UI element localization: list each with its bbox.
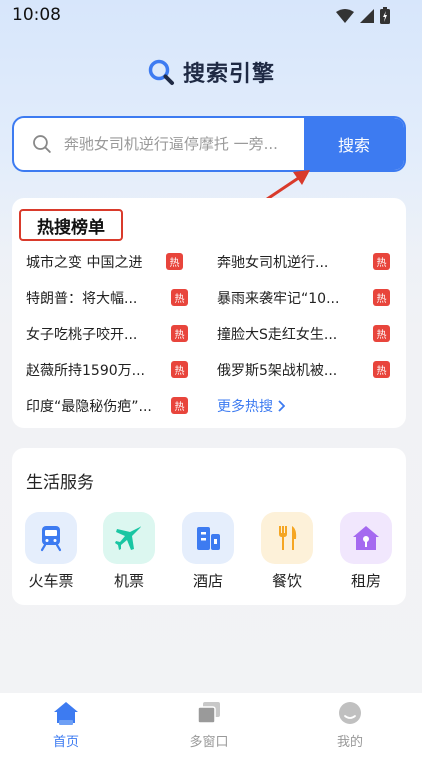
app-logo: 搜索引擎 (0, 56, 422, 88)
tab-label: 多窗口 (189, 735, 229, 750)
life-services-title: 生活服务 (26, 473, 94, 493)
hot-item[interactable]: 赵薇所持1590万... (26, 358, 145, 382)
tab-label: 首页 (52, 735, 79, 750)
hot-item-text: 女子吃桃子咬开... (26, 327, 138, 343)
hot-item[interactable]: 撞脸大S走红女生... (217, 322, 337, 346)
restaurant-icon (261, 512, 313, 564)
hot-list-title-highlight: 热搜榜单 (19, 209, 123, 241)
search-field[interactable] (14, 118, 304, 170)
hot-badge: 热 (373, 289, 390, 306)
service-flights[interactable]: 机票 (94, 512, 164, 591)
status-time: 10:08 (12, 5, 61, 25)
battery-icon (380, 7, 390, 24)
hot-item[interactable]: 城市之变 中国之进 (26, 250, 142, 274)
app-title: 搜索引擎 (182, 62, 275, 87)
search-input[interactable] (61, 134, 304, 154)
hot-item-text: 印度“最隐秘伤疤”... (26, 399, 152, 415)
hot-badge: 热 (373, 253, 390, 270)
service-train-tickets[interactable]: 火车票 (16, 512, 86, 591)
hot-item[interactable]: 暴雨来袭牢记“10... (217, 286, 339, 310)
hot-item-text: 城市之变 中国之进 (26, 255, 143, 271)
search-button[interactable]: 搜索 (304, 118, 404, 170)
hot-item-text: 暴雨来袭牢记“10... (217, 291, 340, 307)
status-icons (336, 7, 390, 24)
hot-list-title: 热搜榜单 (37, 217, 105, 238)
wifi-icon (336, 8, 354, 23)
train-icon (25, 512, 77, 564)
search-logo-icon (148, 59, 174, 85)
tab-profile[interactable]: 我的 (305, 701, 395, 750)
hot-item-text: 赵薇所持1590万... (26, 363, 145, 379)
service-label: 火车票 (28, 572, 74, 590)
more-hot-label: 更多热搜 (217, 399, 273, 415)
service-label: 酒店 (192, 572, 223, 590)
hot-badge: 热 (373, 361, 390, 378)
more-hot-link[interactable]: 更多热搜 (217, 394, 285, 418)
tab-multi-window[interactable]: 多窗口 (164, 701, 254, 750)
chevron-right-icon (278, 400, 285, 412)
profile-icon (339, 702, 361, 724)
home-icon (54, 702, 78, 725)
hot-item-text: 撞脸大S走红女生... (217, 327, 338, 343)
hot-badge: 热 (171, 289, 188, 306)
hot-item-text: 俄罗斯5架战机被... (217, 363, 338, 379)
hot-badge: 热 (166, 253, 183, 270)
service-label: 餐饮 (271, 572, 302, 590)
search-icon (33, 135, 51, 153)
life-services-card: 生活服务 火车票 机票 酒店 餐饮 租房 (12, 448, 406, 605)
house-rent-icon (340, 512, 392, 564)
hot-item-text: 特朗普：将大幅... (26, 291, 138, 307)
tab-label: 我的 (336, 735, 363, 750)
tab-home[interactable]: 首页 (21, 701, 111, 750)
hot-item[interactable]: 特朗普：将大幅... (26, 286, 137, 310)
hot-item[interactable]: 奔驰女司机逆行... (217, 250, 328, 274)
hot-badge: 热 (373, 325, 390, 342)
signal-icon (360, 8, 374, 23)
hot-item[interactable]: 俄罗斯5架战机被... (217, 358, 337, 382)
hot-badge: 热 (171, 397, 188, 414)
service-label: 租房 (350, 572, 381, 590)
service-rentals[interactable]: 租房 (331, 512, 401, 591)
status-bar: 10:08 (0, 0, 422, 30)
hotel-icon (182, 512, 234, 564)
hot-item-text: 奔驰女司机逆行... (217, 255, 329, 271)
airplane-icon (103, 512, 155, 564)
service-label: 机票 (113, 572, 144, 590)
service-hotels[interactable]: 酒店 (173, 512, 243, 591)
hot-item[interactable]: 女子吃桃子咬开... (26, 322, 137, 346)
bottom-tab-bar: 首页 多窗口 我的 (0, 693, 422, 757)
service-restaurants[interactable]: 餐饮 (252, 512, 322, 591)
hot-badge: 热 (171, 361, 188, 378)
hot-list-card: 热搜榜单 城市之变 中国之进 热 奔驰女司机逆行... 热 特朗普：将大幅...… (12, 198, 406, 428)
hot-item[interactable]: 印度“最隐秘伤疤”... (26, 394, 152, 418)
search-bar: 搜索 (12, 116, 406, 172)
windows-icon (197, 702, 220, 724)
hot-badge: 热 (171, 325, 188, 342)
